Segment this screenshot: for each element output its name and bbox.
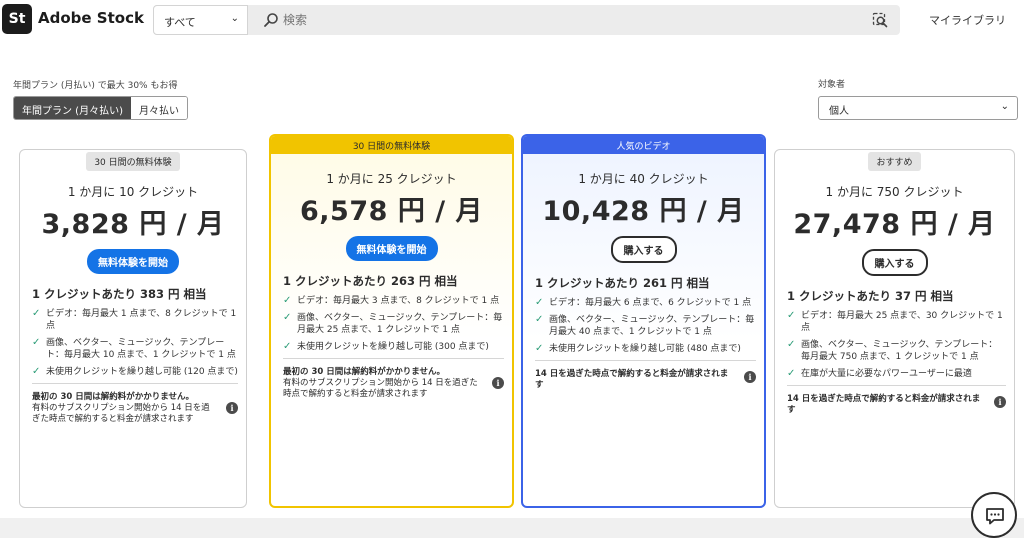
my-library-link[interactable]: マイライブラリ [929,12,1006,28]
note-bold: 14 日を過ぎた時点で解約すると料金が請求されます [787,394,981,415]
chevron-down-icon: ⌄ [1000,101,1009,112]
list-item: ✓ ビデオ：毎月最大 25 点まで、30 クレジットで 1 点 [787,310,1003,333]
brand-name[interactable]: Adobe Stock [38,9,144,27]
cancellation-note: 14 日を過ぎた時点で解約すると料金が請求されます i [535,369,756,391]
plan-badge: 30 日間の無料体験 [86,152,180,171]
info-icon[interactable]: i [492,377,504,389]
search-icon[interactable] [263,12,279,28]
list-item: ✓ 未使用クレジットを繰り越し可能 (480 点まで) [535,343,741,354]
feature-list: ✓ ビデオ：毎月最大 3 点まで、8 クレジットで 1 点 ✓ 画像、ベクター、ミュ… [283,295,504,353]
search-input[interactable] [283,11,853,29]
note-bold: 最初の 30 日間は解約料がかかりません。 [32,392,194,402]
audience-value: 個人 [829,106,849,117]
list-item: ✓ 画像、ベクター、ミュージック、テンプレート：毎月最大 10 点まで、1 クレジ… [32,337,236,360]
list-item: ✓ ビデオ：毎月最大 1 点まで、8 クレジットで 1 点 [32,308,237,331]
plan-option-annual-monthly[interactable]: 年間プラン (月々払い) [14,97,131,119]
start-trial-button[interactable]: 無料体験を開始 [345,236,438,261]
plan-price: 6,578 円 / 月 [300,196,483,227]
pricing-section: 年間プラン (月払い) で最大 30% もお得 年間プラン (月々払い) 月々払… [0,40,1024,518]
check-icon: ✓ [787,339,796,350]
plan-card-40: 人気のビデオ 1 か月に 40 クレジット 10,428 円 / 月 購入する … [521,134,766,508]
plan-price: 27,478 円 / 月 [793,209,996,240]
check-icon: ✓ [283,312,292,323]
cancellation-note: 14 日を過ぎた時点で解約すると料金が請求されます i [787,394,1006,416]
list-item: ✓ 未使用クレジットを繰り越し可能 (300 点まで) [283,341,489,352]
check-icon: ✓ [32,337,41,348]
check-icon: ✓ [283,295,292,306]
audience-label: 対象者 [818,80,846,90]
check-icon: ✓ [32,366,41,377]
info-icon[interactable]: i [744,371,756,383]
plan-savings-note: 年間プラン (月払い) で最大 30% もお得 [13,81,178,91]
check-icon: ✓ [535,297,544,308]
cancellation-note: 最初の 30 日間は解約料がかかりません。 有料のサブスクリプション開始から 1… [283,367,504,400]
list-item: ✓ 画像、ベクター、ミュージック、テンプレート：毎月最大 40 点まで、1 クレジ… [535,314,755,337]
feature-list: ✓ ビデオ：毎月最大 1 点まで、8 クレジットで 1 点 ✓ 画像、ベクター、ミュ… [32,308,238,378]
adobe-stock-logo[interactable]: St [2,4,32,34]
note-text: 有料のサブスクリプション開始から 14 日を過ぎた時点で解約すると料金が請求され… [283,378,478,399]
list-item: ✓ 未使用クレジットを繰り越し可能 (120 点まで) [32,366,238,377]
plan-credits: 1 か月に 750 クレジット [825,185,964,199]
chat-icon [986,508,1004,525]
plan-credits: 1 か月に 25 クレジット [326,172,457,186]
chevron-down-icon: ⌄ [230,13,239,24]
plan-card-25: 30 日間の無料体験 1 か月に 25 クレジット 6,578 円 / 月 無料… [269,134,514,508]
per-credit-price: 1 クレジットあたり 37 円 相当 [787,289,954,303]
plan-price: 10,428 円 / 月 [542,196,745,227]
plan-card-750: おすすめ 1 か月に 750 クレジット 27,478 円 / 月 購入する 1… [774,149,1015,508]
note-bold: 14 日を過ぎた時点で解約すると料金が請求されます [535,369,729,390]
search-scope-value: すべて [164,16,196,29]
check-icon: ✓ [535,314,544,325]
info-icon[interactable]: i [994,396,1006,408]
info-icon[interactable]: i [226,402,238,414]
note-bold: 最初の 30 日間は解約料がかかりません。 [283,367,445,377]
start-trial-button[interactable]: 無料体験を開始 [87,249,179,274]
plan-badge: 人気のビデオ [523,136,764,154]
divider [32,383,238,384]
per-credit-price: 1 クレジットあたり 263 円 相当 [283,274,458,288]
feature-list: ✓ ビデオ：毎月最大 25 点まで、30 クレジットで 1 点 ✓ 画像、ベクター、… [787,310,1006,380]
plan-badge: 30 日間の無料体験 [271,136,512,154]
list-item: ✓ 在庫が大量に必要なパワーユーザーに最適 [787,368,972,379]
divider [787,385,1006,386]
check-icon: ✓ [535,343,544,354]
plan-credits: 1 か月に 40 クレジット [578,172,709,186]
plan-credits: 1 か月に 10 クレジット [67,185,199,199]
check-icon: ✓ [283,341,292,352]
visual-search-icon[interactable] [872,12,888,28]
buy-button[interactable]: 購入する [861,249,928,276]
divider [535,360,756,361]
plan-price: 3,828 円 / 月 [41,209,225,240]
list-item: ✓ ビデオ：毎月最大 6 点まで、6 クレジットで 1 点 [535,297,752,308]
plan-badge: おすすめ [868,152,921,171]
cancellation-note: 最初の 30 日間は解約料がかかりません。 有料のサブスクリプション開始から 1… [32,392,238,425]
top-bar: St Adobe Stock すべて ⌄ マイライブラリ [0,0,1024,40]
feature-list: ✓ ビデオ：毎月最大 6 点まで、6 クレジットで 1 点 ✓ 画像、ベクター、ミュ… [535,297,756,355]
search-bar: すべて ⌄ [153,5,900,35]
per-credit-price: 1 クレジットあたり 383 円 相当 [32,287,207,301]
note-text: 有料のサブスクリプション開始から 14 日を過ぎた時点で解約すると料金が請求され… [32,403,210,424]
list-item: ✓ 画像、ベクター、ミュージック、テンプレート：毎月最大 750 点まで、1 クレ… [787,339,998,362]
audience-select[interactable]: 個人 ⌄ [818,96,1018,120]
check-icon: ✓ [787,310,796,321]
per-credit-price: 1 クレジットあたり 261 円 相当 [535,276,710,290]
plan-toggle: 年間プラン (月々払い) 月々払い [13,96,188,120]
buy-button[interactable]: 購入する [610,236,677,263]
check-icon: ✓ [787,368,796,379]
check-icon: ✓ [32,308,41,319]
divider [283,358,504,359]
plan-option-monthly[interactable]: 月々払い [130,97,187,119]
search-scope-dropdown[interactable]: すべて ⌄ [153,5,248,35]
chat-button[interactable] [971,492,1017,538]
list-item: ✓ 画像、ベクター、ミュージック、テンプレート：毎月最大 25 点まで、1 クレジ… [283,312,503,335]
list-item: ✓ ビデオ：毎月最大 3 点まで、8 クレジットで 1 点 [283,295,500,306]
plan-card-10: 30 日間の無料体験 1 か月に 10 クレジット 3,828 円 / 月 無料… [19,149,247,508]
